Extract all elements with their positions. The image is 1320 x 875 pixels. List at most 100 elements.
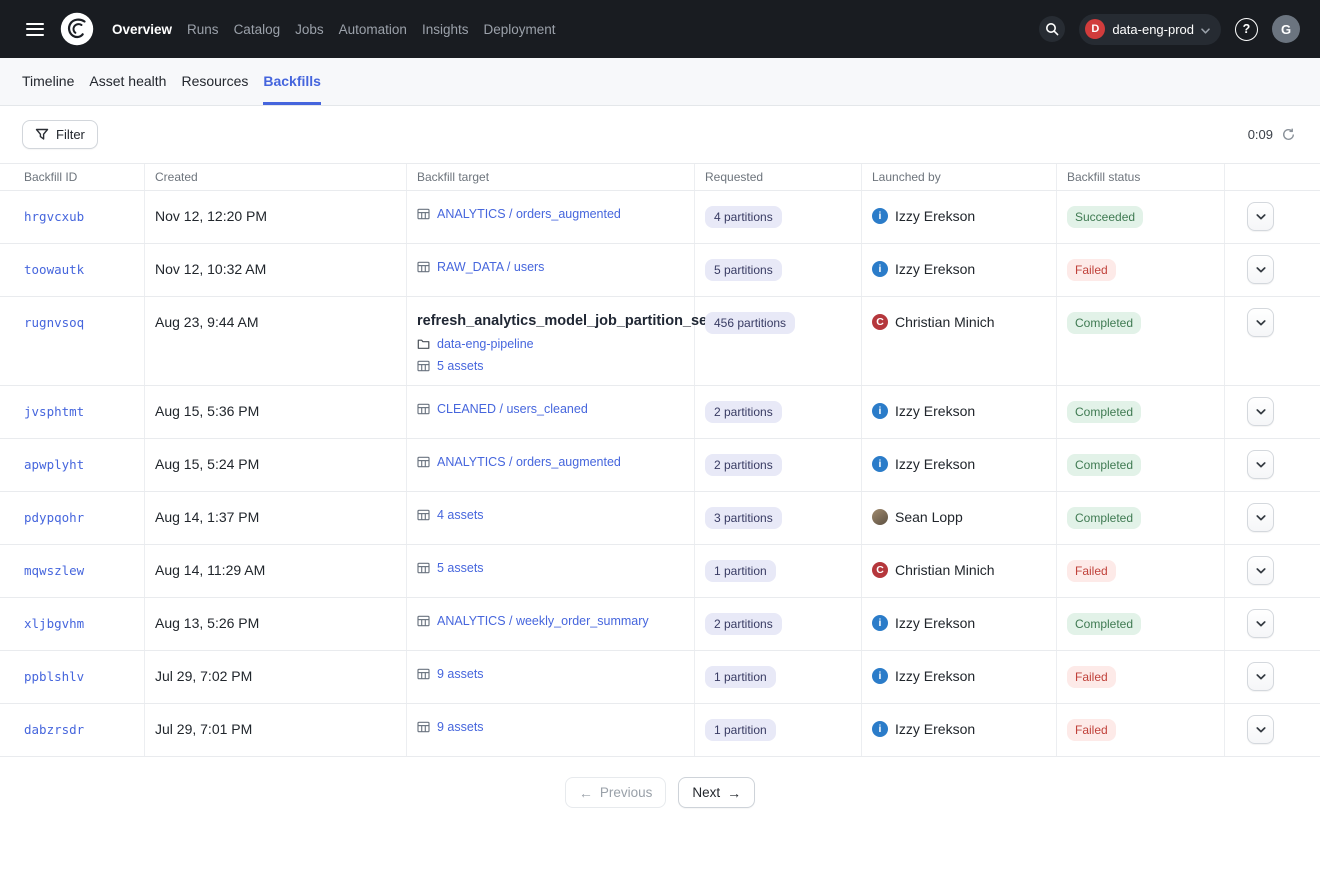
target-line: 5 assets bbox=[417, 359, 682, 373]
job-name-link[interactable]: refresh_analytics_model_job_partition_se… bbox=[417, 313, 712, 329]
row-menu-button[interactable] bbox=[1247, 715, 1274, 744]
requested-cell: 4 partitions bbox=[695, 191, 862, 243]
row-menu-button[interactable] bbox=[1247, 397, 1274, 426]
refresh-timer: 0:09 bbox=[1248, 127, 1273, 142]
backfill-id-link[interactable]: rugnvsoq bbox=[24, 315, 84, 330]
backfill-id-link[interactable]: jvsphtmt bbox=[24, 404, 84, 419]
row-menu-button[interactable] bbox=[1247, 255, 1274, 284]
row-menu-button[interactable] bbox=[1247, 556, 1274, 585]
launched-by-name: Izzy Erekson bbox=[895, 261, 975, 277]
tab-timeline[interactable]: Timeline bbox=[22, 58, 74, 105]
requested-cell: 2 partitions bbox=[695, 439, 862, 491]
target-link[interactable]: 9 assets bbox=[437, 720, 484, 734]
launched-by-name: Izzy Erekson bbox=[895, 668, 975, 684]
asset-table-icon bbox=[417, 562, 430, 574]
filter-label: Filter bbox=[56, 127, 85, 142]
launched-by-avatar: i bbox=[872, 668, 888, 684]
backfill-target-cell: 9 assets bbox=[407, 651, 695, 703]
nav-item-runs[interactable]: Runs bbox=[187, 22, 219, 37]
launched-by-name: Christian Minich bbox=[895, 562, 995, 578]
actions-cell bbox=[1225, 492, 1320, 544]
tab-asset-health[interactable]: Asset health bbox=[89, 58, 166, 105]
row-menu-button[interactable] bbox=[1247, 202, 1274, 231]
actions-cell bbox=[1225, 297, 1320, 385]
table-header: Backfill IDCreatedBackfill targetRequest… bbox=[0, 163, 1320, 191]
table-row: pdypqohrAug 14, 1:37 PM4 assets3 partiti… bbox=[0, 492, 1320, 545]
launched-by-cell: iIzzy Erekson bbox=[862, 386, 1057, 438]
deployment-switcher[interactable]: D data-eng-prod bbox=[1079, 14, 1221, 45]
status-badge: Completed bbox=[1067, 613, 1141, 635]
backfill-id-link[interactable]: toowautk bbox=[24, 262, 84, 277]
row-menu-button[interactable] bbox=[1247, 503, 1274, 532]
next-button[interactable]: Next → bbox=[678, 777, 755, 808]
status-badge: Completed bbox=[1067, 454, 1141, 476]
nav-item-insights[interactable]: Insights bbox=[422, 22, 469, 37]
row-menu-button[interactable] bbox=[1247, 609, 1274, 638]
status-badge: Completed bbox=[1067, 312, 1141, 334]
backfill-id-link[interactable]: dabzrsdr bbox=[24, 722, 84, 737]
nav-item-automation[interactable]: Automation bbox=[339, 22, 407, 37]
row-menu-button[interactable] bbox=[1247, 308, 1274, 337]
backfill-id-link[interactable]: ppblshlv bbox=[24, 669, 84, 684]
target-link[interactable]: 5 assets bbox=[437, 561, 484, 575]
backfill-id-link[interactable]: xljbgvhm bbox=[24, 616, 84, 631]
menu-icon[interactable] bbox=[20, 17, 50, 42]
tab-resources[interactable]: Resources bbox=[181, 58, 248, 105]
target-link[interactable]: ANALYTICS / orders_augmented bbox=[437, 455, 621, 469]
status-badge: Failed bbox=[1067, 666, 1116, 688]
backfill-id-link[interactable]: pdypqohr bbox=[24, 510, 84, 525]
user-wrap: iIzzy Erekson bbox=[872, 403, 1044, 419]
previous-button[interactable]: ← Previous bbox=[565, 777, 667, 808]
table-row: rugnvsoqAug 23, 9:44 AMrefresh_analytics… bbox=[0, 297, 1320, 386]
view-tabs: Timeline Asset health Resources Backfills bbox=[0, 58, 1320, 106]
backfill-id-cell: apwplyht bbox=[0, 439, 145, 491]
target-link[interactable]: 4 assets bbox=[437, 508, 484, 522]
filter-button[interactable]: Filter bbox=[22, 120, 98, 149]
backfill-id-link[interactable]: mqwszlew bbox=[24, 563, 84, 578]
requested-badge: 3 partitions bbox=[705, 507, 782, 529]
target-link[interactable]: CLEANED / users_cleaned bbox=[437, 402, 588, 416]
search-icon[interactable] bbox=[1039, 16, 1065, 42]
backfill-id-link[interactable]: apwplyht bbox=[24, 457, 84, 472]
nav-item-catalog[interactable]: Catalog bbox=[234, 22, 281, 37]
row-menu-button[interactable] bbox=[1247, 450, 1274, 479]
actions-cell bbox=[1225, 651, 1320, 703]
nav-item-deployment[interactable]: Deployment bbox=[483, 22, 555, 37]
backfill-target-cell: refresh_analytics_model_job_partition_se… bbox=[407, 297, 695, 385]
launched-by-avatar bbox=[872, 509, 888, 525]
target-link[interactable]: ANALYTICS / weekly_order_summary bbox=[437, 614, 649, 628]
row-menu-button[interactable] bbox=[1247, 662, 1274, 691]
tab-backfills[interactable]: Backfills bbox=[263, 58, 321, 105]
launched-by-name: Izzy Erekson bbox=[895, 208, 975, 224]
status-badge: Failed bbox=[1067, 259, 1116, 281]
backfill-id-cell: toowautk bbox=[0, 244, 145, 296]
actions-cell bbox=[1225, 598, 1320, 650]
backfill-id-cell: ppblshlv bbox=[0, 651, 145, 703]
help-icon[interactable]: ? bbox=[1235, 18, 1258, 41]
target-link[interactable]: RAW_DATA / users bbox=[437, 260, 544, 274]
launched-by-name: Izzy Erekson bbox=[895, 721, 975, 737]
target-link[interactable]: 9 assets bbox=[437, 667, 484, 681]
launched-by-name: Izzy Erekson bbox=[895, 615, 975, 631]
requested-cell: 1 partition bbox=[695, 545, 862, 597]
nav-item-jobs[interactable]: Jobs bbox=[295, 22, 324, 37]
toolbar: Filter 0:09 bbox=[0, 106, 1320, 163]
table-row: apwplyhtAug 15, 5:24 PMANALYTICS / order… bbox=[0, 439, 1320, 492]
target-link[interactable]: 5 assets bbox=[437, 359, 484, 373]
launched-by-avatar: i bbox=[872, 456, 888, 472]
actions-cell bbox=[1225, 439, 1320, 491]
user-avatar[interactable]: G bbox=[1272, 15, 1300, 43]
user-wrap: Sean Lopp bbox=[872, 509, 1044, 525]
pagination: ← Previous Next → bbox=[0, 777, 1320, 808]
user-wrap: iIzzy Erekson bbox=[872, 261, 1044, 277]
refresh-icon[interactable] bbox=[1281, 127, 1296, 142]
status-cell: Failed bbox=[1057, 651, 1225, 703]
requested-badge: 1 partition bbox=[705, 719, 776, 741]
target-link[interactable]: ANALYTICS / orders_augmented bbox=[437, 207, 621, 221]
status-cell: Completed bbox=[1057, 297, 1225, 385]
nav-item-overview[interactable]: Overview bbox=[112, 22, 172, 37]
chevron-down-icon bbox=[1256, 462, 1266, 468]
target-link[interactable]: data-eng-pipeline bbox=[437, 337, 534, 351]
backfill-id-link[interactable]: hrgvcxub bbox=[24, 209, 84, 224]
requested-badge: 5 partitions bbox=[705, 259, 782, 281]
